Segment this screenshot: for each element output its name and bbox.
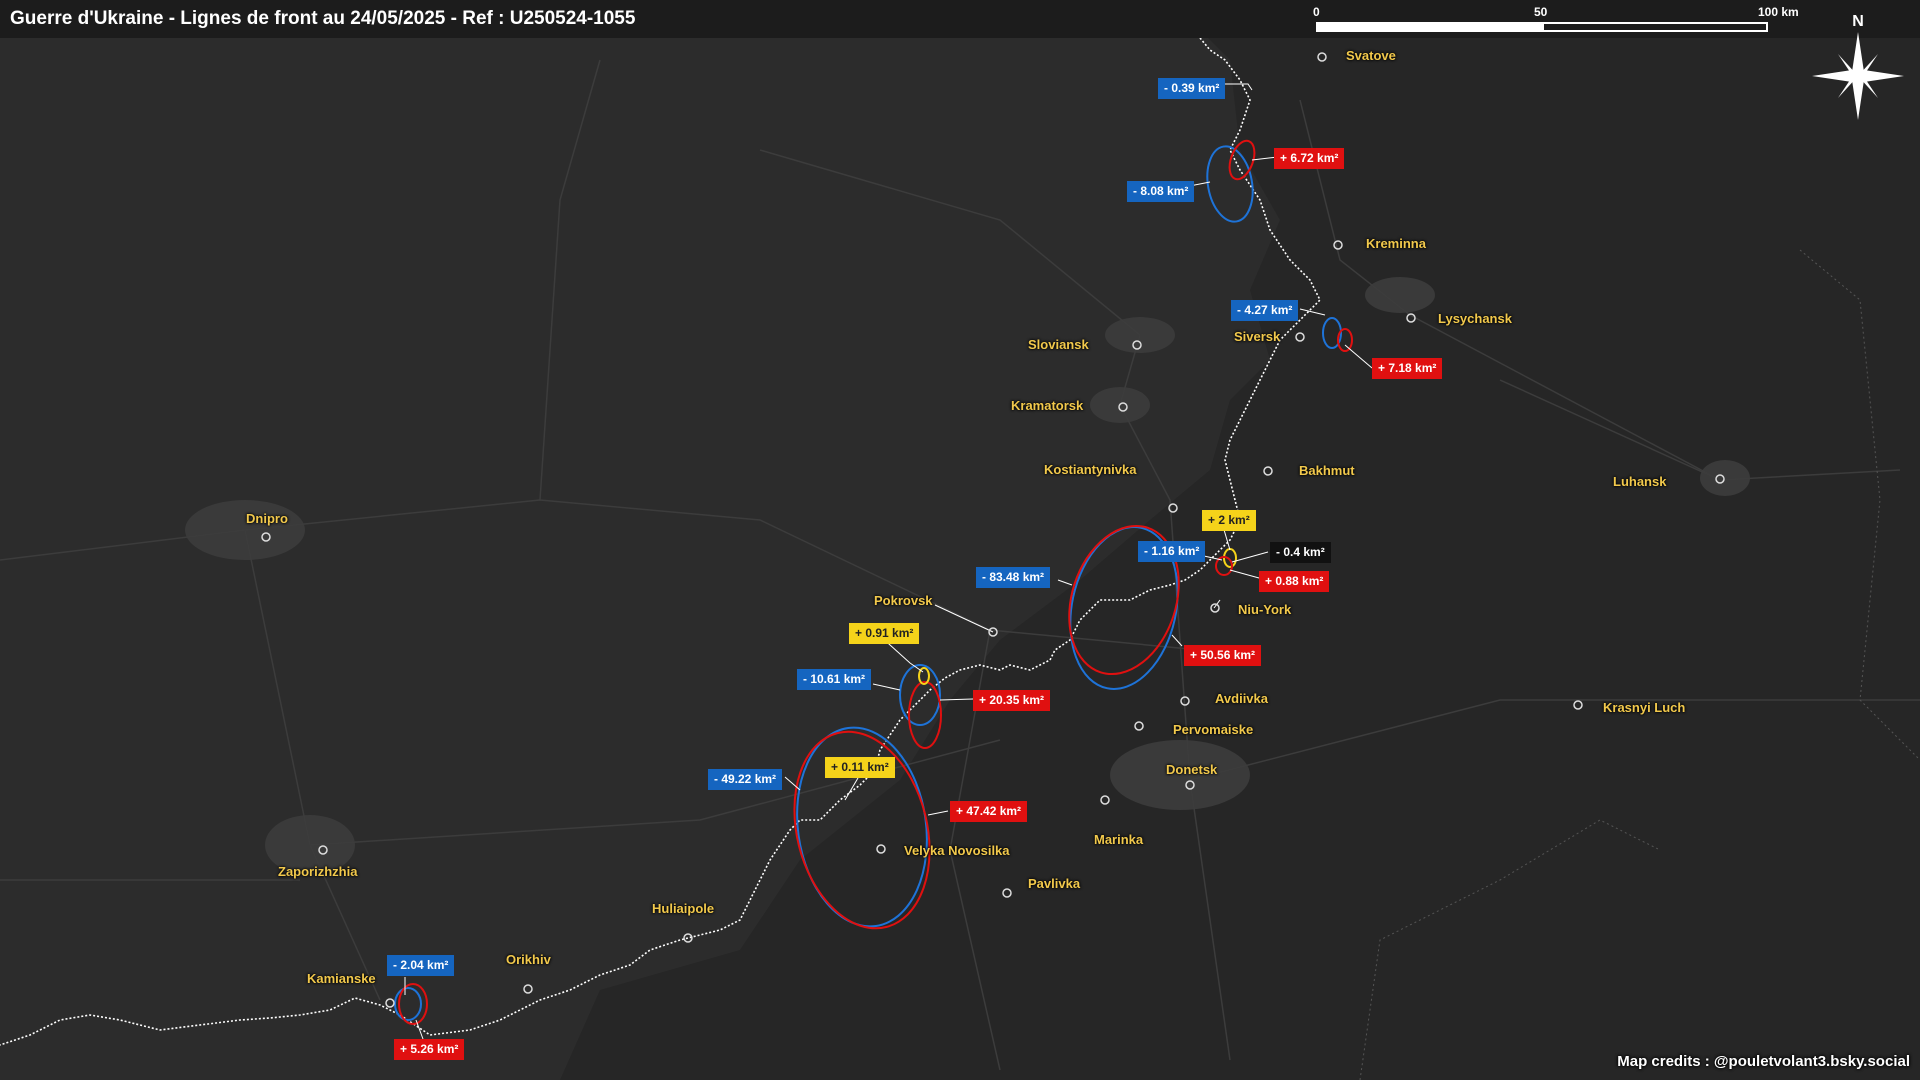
badge-loss-10-61[interactable]: - 10.61 km² xyxy=(797,669,872,690)
scale-label-0: 0 xyxy=(1313,5,1320,19)
loss-ellipse-svatove xyxy=(1206,145,1254,223)
badge-neutral-2[interactable]: + 2 km² xyxy=(1202,510,1256,531)
city-velyka-novosilka[interactable]: Velyka Novosilka xyxy=(904,843,1010,858)
city-bakhmut[interactable]: Bakhmut xyxy=(1299,463,1355,478)
badge-loss-0-39[interactable]: - 0.39 km² xyxy=(1158,78,1226,99)
city-lysychansk[interactable]: Lysychansk xyxy=(1438,311,1512,326)
badge-neutral-0-4[interactable]: - 0.4 km² xyxy=(1270,542,1331,563)
badge-loss-4-27[interactable]: - 4.27 km² xyxy=(1231,300,1299,321)
scale-label-100: 100 km xyxy=(1758,5,1799,19)
city-kamianske[interactable]: Kamianske xyxy=(307,971,376,986)
map-title: Guerre d'Ukraine - Lignes de front au 24… xyxy=(10,8,636,29)
north-label: N xyxy=(1852,13,1864,30)
north-arrow: N xyxy=(1808,8,1908,123)
city-pervomaiske[interactable]: Pervomaiske xyxy=(1173,722,1253,737)
badge-loss-1-16[interactable]: - 1.16 km² xyxy=(1138,541,1206,562)
compass-star-icon: N xyxy=(1812,13,1904,120)
badge-loss-2-04[interactable]: - 2.04 km² xyxy=(387,955,455,976)
city-marinka[interactable]: Marinka xyxy=(1094,832,1143,847)
badge-gain-50-56[interactable]: + 50.56 km² xyxy=(1184,645,1262,666)
badge-gain-5-26[interactable]: + 5.26 km² xyxy=(394,1039,465,1060)
city-zaporizhzhia[interactable]: Zaporizhzhia xyxy=(278,864,357,879)
front-overlay xyxy=(0,37,1725,1046)
city-pokrovsk[interactable]: Pokrovsk xyxy=(874,593,933,608)
badge-neutral-0-11[interactable]: + 0.11 km² xyxy=(825,757,895,778)
badge-loss-49-22[interactable]: - 49.22 km² xyxy=(708,769,783,790)
city-orikhiv[interactable]: Orikhiv xyxy=(506,952,551,967)
map-canvas[interactable]: Guerre d'Ukraine - Lignes de front au 24… xyxy=(0,0,1920,1080)
badge-gain-47-42[interactable]: + 47.42 km² xyxy=(950,801,1028,822)
scale-bar: 0 50 100 km xyxy=(1313,5,1799,34)
map-credits: Map credits : @pouletvolant3.bsky.social xyxy=(1617,1053,1910,1070)
city-huliaipole[interactable]: Huliaipole xyxy=(652,901,714,916)
badge-gain-0-88[interactable]: + 0.88 km² xyxy=(1259,571,1330,592)
scale-label-50: 50 xyxy=(1534,5,1548,19)
city-svatove[interactable]: Svatove xyxy=(1346,48,1396,63)
city-niu-york[interactable]: Niu-York xyxy=(1238,602,1291,617)
gain-ellipse-pokrovsk xyxy=(908,681,942,749)
city-krasnyi-luch[interactable]: Krasnyi Luch xyxy=(1603,700,1685,715)
city-avdiivka[interactable]: Avdiivka xyxy=(1215,691,1268,706)
city-pavlivka[interactable]: Pavlivka xyxy=(1028,876,1080,891)
city-kramatorsk[interactable]: Kramatorsk xyxy=(1011,398,1083,413)
badge-gain-20-35[interactable]: + 20.35 km² xyxy=(973,690,1051,711)
city-kreminna[interactable]: Kreminna xyxy=(1366,236,1426,251)
scale-bar-segment-2 xyxy=(1542,22,1768,32)
city-luhansk[interactable]: Luhansk xyxy=(1613,474,1666,489)
front-line xyxy=(0,37,1321,1046)
badge-neutral-0-91[interactable]: + 0.91 km² xyxy=(849,623,920,644)
city-sloviansk[interactable]: Sloviansk xyxy=(1028,337,1089,352)
badge-loss-8-08[interactable]: - 8.08 km² xyxy=(1127,181,1195,202)
city-kostiantynivka[interactable]: Kostiantynivka xyxy=(1044,462,1136,477)
badge-gain-6-72[interactable]: + 6.72 km² xyxy=(1274,148,1345,169)
badge-gain-7-18[interactable]: + 7.18 km² xyxy=(1372,358,1443,379)
city-dnipro[interactable]: Dnipro xyxy=(246,511,288,526)
city-donetsk[interactable]: Donetsk xyxy=(1166,762,1217,777)
scale-bar-segment-1 xyxy=(1316,22,1542,32)
gain-ellipse-velyka xyxy=(793,730,931,930)
city-siversk[interactable]: Siversk xyxy=(1234,329,1280,344)
badge-loss-83-48[interactable]: - 83.48 km² xyxy=(976,567,1051,588)
